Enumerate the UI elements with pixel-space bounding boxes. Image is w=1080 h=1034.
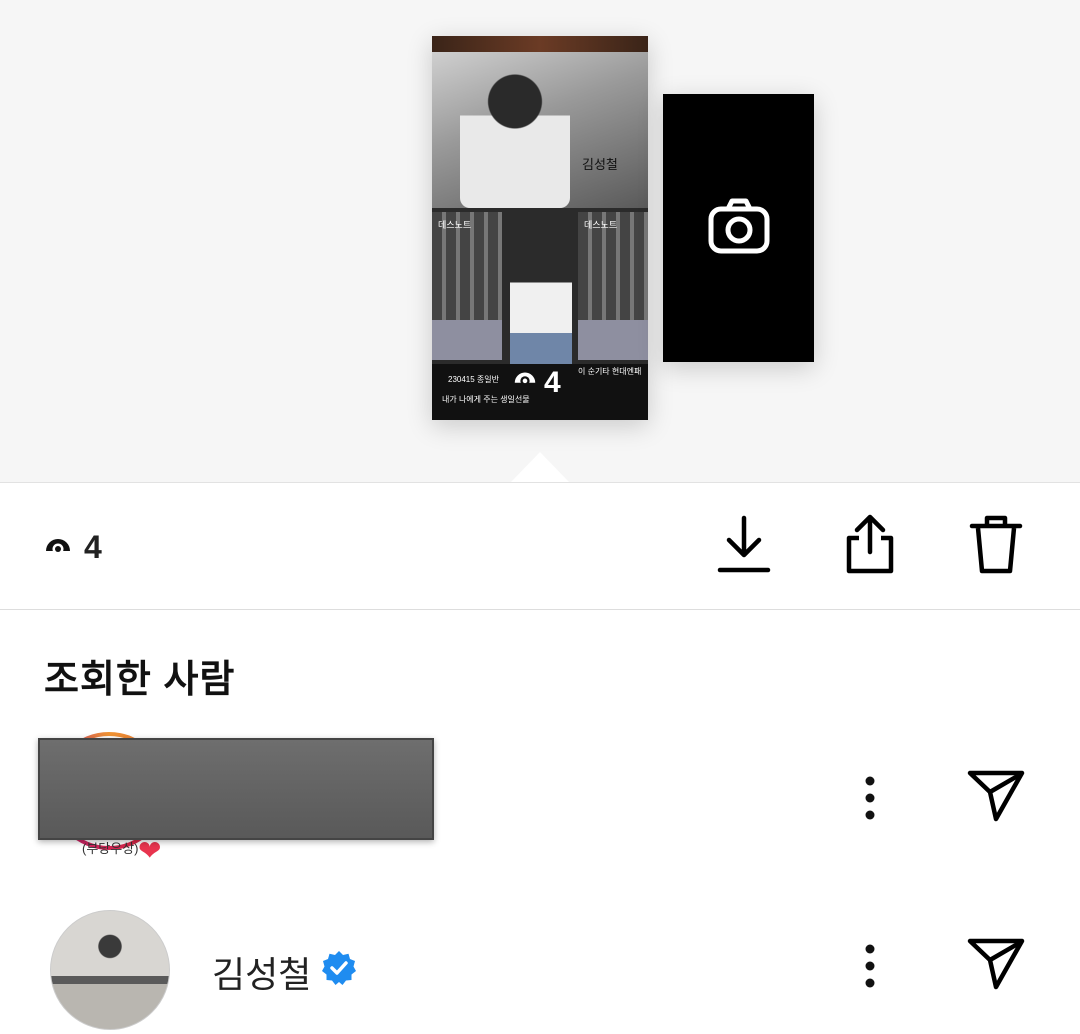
story-poster-image: 김성철 bbox=[432, 36, 648, 208]
collage-panel-right: 데스노트 bbox=[578, 212, 648, 360]
send-message-button[interactable] bbox=[964, 766, 1028, 830]
more-vertical-icon bbox=[864, 944, 876, 993]
eye-icon bbox=[512, 366, 538, 400]
trash-icon bbox=[969, 514, 1023, 579]
collage-floor-right bbox=[578, 320, 648, 360]
collage-center-person bbox=[510, 260, 572, 372]
poster-top-strip bbox=[432, 36, 648, 52]
selection-caret bbox=[510, 452, 570, 483]
caption-right: 이 순기타 현대엔패 bbox=[578, 367, 642, 376]
avatar-sticker-text: (부당우상) bbox=[82, 841, 139, 856]
send-icon bbox=[966, 936, 1026, 997]
viewer-row[interactable] bbox=[0, 900, 1080, 1030]
poster-name: 김성철 bbox=[582, 158, 618, 173]
eye-icon bbox=[44, 529, 72, 566]
toolbar-divider bbox=[0, 609, 1080, 610]
collage-panel-right-title: 데스노트 bbox=[584, 220, 618, 230]
send-icon bbox=[966, 768, 1026, 829]
caption-date: 230415 종일반 bbox=[448, 375, 499, 384]
more-vertical-icon bbox=[864, 776, 876, 825]
story-overlay-view-count: 4 bbox=[512, 366, 561, 400]
more-options-button[interactable] bbox=[850, 938, 890, 998]
username-text: 김성철 bbox=[212, 954, 312, 995]
share-icon bbox=[843, 514, 897, 579]
verified-badge-icon bbox=[321, 950, 357, 995]
collage-panel-left-title: 데스노트 bbox=[438, 220, 472, 230]
redaction-box bbox=[38, 738, 434, 840]
poster-figure bbox=[460, 66, 570, 208]
story-thumbnail-selected[interactable]: 김성철 데스노트 데스노트 230415 종일반 내가 나에게 주는 생일선물 … bbox=[432, 36, 648, 420]
views-count-value: 4 bbox=[84, 528, 102, 565]
download-icon bbox=[717, 514, 771, 579]
story-preview-area: 김성철 데스노트 데스노트 230415 종일반 내가 나에게 주는 생일선물 … bbox=[0, 0, 1080, 483]
send-message-button[interactable] bbox=[964, 934, 1028, 998]
download-button[interactable] bbox=[714, 514, 774, 579]
camera-icon bbox=[708, 197, 770, 260]
avatar[interactable] bbox=[50, 910, 170, 1030]
collage-floor-left bbox=[432, 320, 502, 360]
viewer-username[interactable]: 김성철 bbox=[212, 946, 357, 998]
preview-divider bbox=[0, 482, 1080, 483]
collage-panel-left: 데스노트 bbox=[432, 212, 502, 360]
story-overlay-count: 4 bbox=[544, 366, 561, 399]
views-summary: 4 bbox=[44, 528, 102, 566]
story-add-new-camera[interactable] bbox=[663, 94, 814, 362]
delete-button[interactable] bbox=[966, 514, 1026, 579]
share-button[interactable] bbox=[840, 514, 900, 579]
story-photo-collage: 데스노트 데스노트 bbox=[432, 208, 648, 372]
viewers-title: 조회한 사람 bbox=[44, 659, 236, 701]
more-options-button[interactable] bbox=[850, 770, 890, 830]
